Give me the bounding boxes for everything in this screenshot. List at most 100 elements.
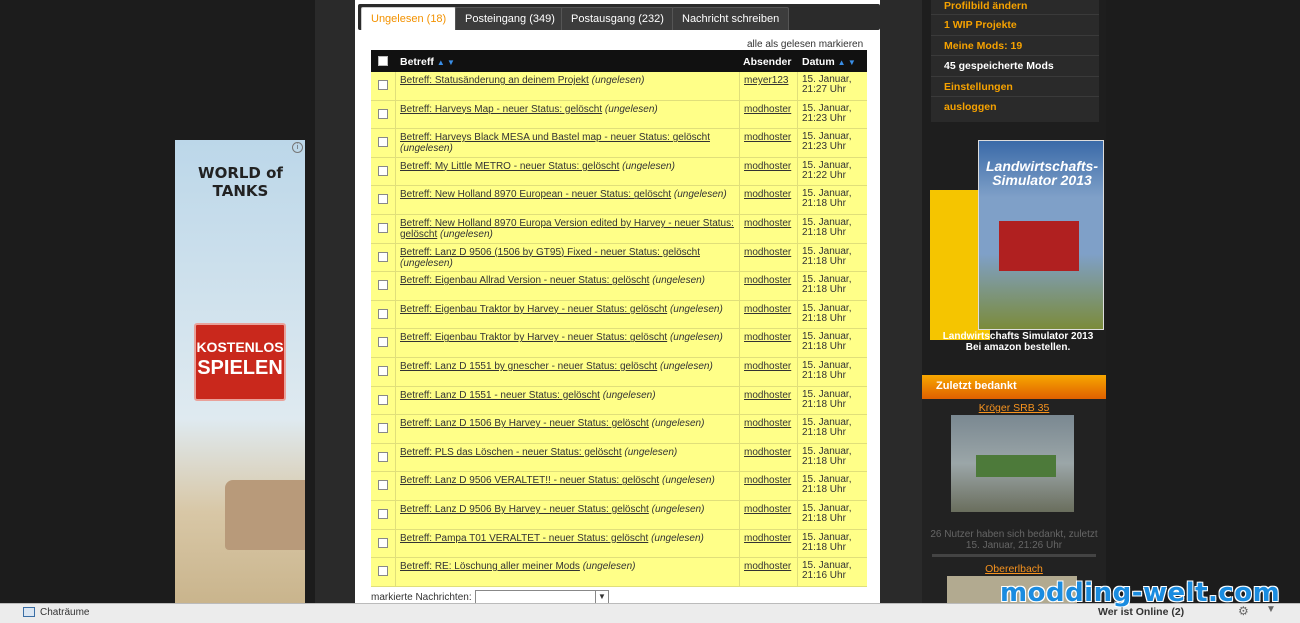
message-checkbox[interactable] (378, 280, 388, 291)
product-ad[interactable]: Landwirtschafts-Simulator 2013 Landwirts… (930, 140, 1106, 355)
message-sender-link[interactable]: modhoster (744, 390, 791, 401)
message-sender-link[interactable]: modhoster (744, 504, 791, 515)
divider (739, 529, 740, 558)
message-sender-link[interactable]: modhoster (744, 218, 791, 229)
tab-compose[interactable]: Nachricht schreiben (672, 7, 790, 30)
marked-messages-select[interactable]: ▼ (475, 590, 609, 604)
chat-rooms-button[interactable]: Chaträume (20, 604, 89, 621)
message-sender-link[interactable]: modhoster (744, 132, 791, 143)
message-subject-link[interactable]: Betreff: Harveys Map - neuer Status: gel… (400, 104, 602, 115)
tab-unread[interactable]: Ungelesen (18) (361, 7, 457, 30)
message-subject-link[interactable]: Betreff: Lanz D 9506 (1506 by GT95) Fixe… (400, 247, 700, 258)
message-sender-link[interactable]: modhoster (744, 104, 791, 115)
thanked-mod-image[interactable] (951, 415, 1074, 512)
message-sender-link[interactable]: modhoster (744, 361, 791, 372)
divider (395, 357, 396, 386)
message-checkbox[interactable] (378, 137, 388, 148)
message-checkbox[interactable] (378, 165, 388, 176)
tab-inbox[interactable]: Posteingang (349) (455, 7, 565, 30)
message-subject-link[interactable]: Betreff: RE: Löschung aller meiner Mods (400, 561, 580, 572)
message-checkbox[interactable] (378, 365, 388, 376)
ad-banner[interactable]: i WORLD of TANKS KOSTENLOS SPIELEN (175, 140, 305, 605)
mark-all-read-link[interactable]: alle als gelesen markieren (747, 39, 863, 50)
message-checkbox[interactable] (378, 566, 388, 577)
message-sender-link[interactable]: modhoster (744, 247, 791, 258)
message-date: 15. Januar, 21:22 Uhr (802, 159, 852, 181)
message-subject-link[interactable]: Betreff: Lanz D 1551 - neuer Status: gel… (400, 390, 600, 401)
info-icon[interactable]: i (292, 142, 303, 153)
message-subject-link[interactable]: Betreff: PLS das Löschen - neuer Status:… (400, 447, 622, 458)
date-header[interactable]: Datum ▲ ▼ (802, 56, 856, 68)
message-subject-link[interactable]: Betreff: My Little METRO - neuer Status:… (400, 161, 619, 172)
message-checkbox[interactable] (378, 508, 388, 519)
message-subject-link[interactable]: Betreff: Eigenbau Traktor by Harvey - ne… (400, 304, 667, 315)
menu-saved-mods[interactable]: 45 gespeicherte Mods (944, 60, 1054, 72)
menu-my-mods[interactable]: Meine Mods: 19 (944, 40, 1022, 52)
menu-wip-projects[interactable]: 1 WIP Projekte (944, 19, 1017, 31)
message-status: (ungelesen) (673, 189, 727, 201)
message-sender-link[interactable]: modhoster (744, 275, 791, 286)
menu-logout[interactable]: ausloggen (944, 101, 997, 113)
message-sender-link[interactable]: modhoster (744, 332, 791, 343)
message-checkbox[interactable] (378, 194, 388, 205)
message-checkbox[interactable] (378, 480, 388, 491)
message-subject-link[interactable]: Betreff: New Holland 8970 European - neu… (400, 189, 671, 200)
tab-outbox[interactable]: Postausgang (232) (561, 7, 674, 30)
message-subject-link[interactable]: Betreff: Pampa T01 VERALTET - neuer Stat… (400, 533, 648, 544)
message-sender-link[interactable]: modhoster (744, 533, 791, 544)
message-checkbox[interactable] (378, 394, 388, 405)
thanked-mod-link[interactable]: Kröger SRB 35 (922, 402, 1106, 414)
message-subject-link[interactable]: Betreff: Lanz D 1506 By Harvey - neuer S… (400, 418, 649, 429)
divider (395, 529, 396, 558)
select-all-checkbox[interactable] (378, 56, 388, 66)
message-sender-link[interactable]: modhoster (744, 304, 791, 315)
divider (739, 300, 740, 329)
message-sender-link[interactable]: modhoster (744, 475, 791, 486)
message-checkbox[interactable] (378, 423, 388, 434)
message-checkbox[interactable] (378, 451, 388, 462)
product-caption-link: Bei amazon bestellen. (965, 342, 1071, 353)
message-status: (ungelesen) (662, 475, 715, 487)
message-date: 15. Januar, 21:16 Uhr (802, 560, 852, 582)
table-row: Betreff: Lanz D 1551 by gnescher - neuer… (371, 357, 867, 387)
message-subject-link[interactable]: Betreff: Eigenbau Traktor by Harvey - ne… (400, 332, 667, 343)
product-box-image[interactable]: Landwirtschafts-Simulator 2013 (978, 140, 1104, 330)
message-subject-link[interactable]: Betreff: Eigenbau Allrad Version - neuer… (400, 275, 649, 286)
message-subject-link[interactable]: Betreff: Lanz D 1551 by gnescher - neuer… (400, 361, 657, 372)
ad-play-button[interactable]: KOSTENLOS SPIELEN (194, 323, 286, 401)
message-checkbox[interactable] (378, 80, 388, 90)
message-checkbox[interactable] (378, 222, 388, 233)
thanked-mod-link-2[interactable]: Obererlbach (922, 563, 1106, 575)
message-checkbox[interactable] (378, 251, 388, 262)
message-sender-link[interactable]: modhoster (744, 161, 791, 172)
message-status: (ungelesen) (440, 228, 493, 240)
message-date: 15. Januar, 21:18 Uhr (802, 274, 852, 296)
sort-arrows-icon[interactable]: ▲ ▼ (838, 58, 856, 67)
message-date: 15. Januar, 21:18 Uhr (802, 188, 852, 210)
message-sender-link[interactable]: modhoster (744, 418, 791, 429)
message-checkbox[interactable] (378, 537, 388, 548)
message-status: (ungelesen) (582, 561, 636, 573)
product-caption[interactable]: Landwirtschafts Simulator 2013 Bei amazo… (930, 331, 1106, 353)
message-sender-link[interactable]: modhoster (744, 561, 791, 572)
divider (395, 243, 396, 272)
sort-arrows-icon[interactable]: ▲ ▼ (437, 58, 455, 67)
message-sender-link[interactable]: modhoster (744, 189, 791, 200)
message-sender-link[interactable]: meyer123 (744, 75, 788, 86)
message-subject-link[interactable]: Betreff: Lanz D 9506 VERALTET!! - neuer … (400, 475, 659, 486)
menu-profile-picture[interactable]: Profilbild ändern (944, 0, 1027, 12)
message-subject-link[interactable]: Betreff: Lanz D 9506 By Harvey - neuer S… (400, 504, 649, 515)
table-row: Betreff: Harveys Map - neuer Status: gel… (371, 100, 867, 130)
subject-header[interactable]: Betreff ▲ ▼ (400, 56, 455, 68)
message-subject-link[interactable]: Betreff: Harveys Black MESA und Bastel m… (400, 132, 710, 143)
message-checkbox[interactable] (378, 108, 388, 119)
message-sender-link[interactable]: modhoster (744, 447, 791, 458)
message-checkbox[interactable] (378, 308, 388, 319)
table-body: Betreff: Statusänderung an deinem Projek… (371, 72, 867, 587)
message-subject-link[interactable]: Betreff: Statusänderung an deinem Projek… (400, 75, 589, 86)
menu-settings[interactable]: Einstellungen (944, 81, 1013, 93)
divider (797, 357, 798, 386)
divider (739, 72, 740, 100)
divider (797, 500, 798, 529)
message-checkbox[interactable] (378, 337, 388, 348)
